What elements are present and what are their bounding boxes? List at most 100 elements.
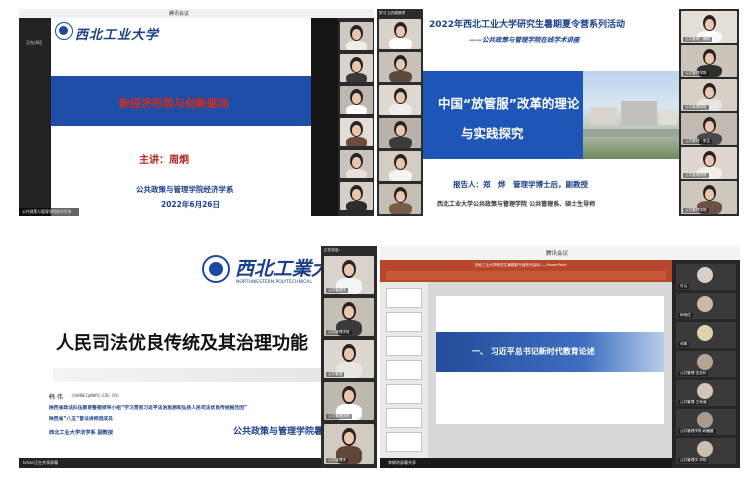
video-tile[interactable]	[340, 22, 373, 50]
participant-name: 公共管理学院-韩媛媛	[678, 429, 716, 434]
participant-name: 公共管理学院	[683, 208, 709, 213]
participant-name: 公共管理·张亚玲	[678, 371, 709, 376]
university-logo-text: 西北工業大	[235, 258, 331, 280]
footer-department: 公共政策与管理学院暑	[233, 427, 324, 437]
participant-item[interactable]: 公共管理·张亚玲	[676, 351, 736, 377]
participant-name: 公共管理学院	[683, 173, 709, 178]
video-tile[interactable]	[379, 151, 421, 181]
ppt-ribbon: 西北工业大学研究生暑期夏令营系列活动——PowerPoint	[380, 260, 672, 282]
avatar	[697, 383, 713, 399]
video-tile[interactable]: 公共管理	[324, 340, 374, 378]
right-gutter	[311, 18, 338, 216]
video-tile[interactable]: 公共管理学院	[681, 79, 737, 111]
video-tile[interactable]	[340, 118, 373, 146]
video-tile[interactable]: 公共管理学	[324, 256, 374, 294]
slide-thumbnail[interactable]	[386, 312, 422, 332]
credential-line-1: 陕西省政法队伍教育整顿领导小组“学习贯彻习近平法治思想和弘扬人民司法优良传统报告…	[49, 406, 248, 411]
video-tile[interactable]	[379, 184, 421, 214]
credential-line-3: 西北工业大学法学系 副教授	[49, 430, 114, 436]
university-logo-text: 西北工业大学	[75, 28, 160, 43]
speaker-line: 报告人：郑 烨 管理学博士后，副教授	[453, 180, 588, 189]
logo-emblem-icon	[59, 26, 68, 35]
slide-thumbnail[interactable]	[386, 360, 422, 380]
window-title: 腾讯会议	[546, 251, 569, 257]
ribbon-tools[interactable]	[386, 271, 666, 280]
video-tile[interactable]: 公共管理 · 学生	[681, 113, 737, 145]
slide-thumbnail[interactable]	[386, 408, 422, 428]
slide-thumbnail[interactable]	[386, 336, 422, 356]
window-title-bar: 腾讯会议	[380, 246, 740, 260]
avatar	[697, 325, 713, 341]
author-name: 韩 伟	[49, 394, 63, 401]
video-tile[interactable]	[379, 85, 421, 115]
event-subtitle: ——公共政策与管理学院在线学术讲座	[469, 36, 580, 44]
shared-slide: 西北工業大 NORTHWESTERN POLYTECHNICAL 人民司法优良传…	[19, 246, 330, 460]
participant-item[interactable]: 公共管理学院-韩媛媛	[676, 409, 736, 435]
participant-item[interactable]: 可以	[676, 264, 736, 290]
participant-name: 公共管理学院	[683, 105, 709, 110]
avatar	[697, 296, 713, 312]
event-title: 2022年西北工业大学研究生暑期夏令营系列活动	[429, 20, 626, 30]
participant-name: 可以	[678, 284, 690, 289]
logo-emblem-icon	[209, 262, 223, 276]
participant-name: 公共管理	[326, 372, 345, 377]
participant-name: 公共管理学-学院	[678, 458, 709, 463]
video-tile[interactable]	[340, 182, 373, 210]
participant-name: 公共管理-王雨涵	[678, 400, 709, 405]
talk-title-line-2: 与实践探究	[461, 126, 524, 141]
campus-photo	[583, 71, 679, 159]
powerpoint-window: 西北工业大学研究生暑期夏令营系列活动——PowerPoint 一、 习近平总书记…	[380, 260, 672, 458]
ppt-title: 西北工业大学研究生暑期夏令营系列活动——PowerPoint	[475, 263, 567, 267]
video-tile[interactable]	[340, 54, 373, 82]
thumbnail-pane[interactable]	[380, 282, 428, 458]
video-tile[interactable]: 公共管理学院	[681, 45, 737, 77]
participant-strip: 正在讲话： 公共管理学 公共管理学院 公共管理 公共管理学院 公共管理学	[321, 246, 377, 468]
lecturer-name: 主讲：周炯	[139, 155, 189, 166]
video-tile[interactable]: 公共管理学院	[681, 147, 737, 179]
participant-name: 司琴	[678, 342, 690, 347]
video-tile[interactable]: 公共管理学院	[324, 382, 374, 420]
participant-item[interactable]: 公共管理学-学院	[676, 438, 736, 464]
participant-strip-left: 学习 公共政策学	[377, 9, 423, 216]
screen-share-label: 李辉的屏幕共享	[388, 460, 416, 465]
avatar	[697, 267, 713, 283]
participant-item[interactable]: 公共管理-王雨涵	[676, 380, 736, 406]
slide-thumbnail[interactable]	[386, 432, 422, 452]
university-logo	[202, 255, 230, 283]
video-tile[interactable]	[379, 19, 421, 49]
video-tile[interactable]: 公共管理 · 博硕	[681, 11, 737, 43]
credential-line-2: 陕西省“八五”普法讲师团成员	[49, 417, 113, 422]
affiliation-line: 西北工业大学公共政策与管理学院 公共管理系、硕士生导师	[437, 201, 596, 208]
video-tile[interactable]	[379, 118, 421, 148]
video-tile[interactable]: 公共管理学	[324, 424, 374, 464]
title-band: 新经济形势与创新驱动	[51, 76, 311, 126]
meeting-panel-4: 腾讯会议 西北工业大学研究生暑期夏令营系列活动——PowerPoint 一、 习…	[380, 246, 740, 468]
participant-name: 公共管理学院	[326, 330, 352, 335]
meeting-panel-3: 西北工業大 NORTHWESTERN POLYTECHNICAL 人民司法优良传…	[19, 246, 377, 468]
slide-canvas: 一、 习近平总书记新时代教育论述	[428, 282, 672, 458]
bottom-status-bar: Ivhan正在共享屏幕	[19, 458, 321, 468]
participant-name: 公共管理学院	[326, 414, 352, 419]
lecture-date: 2022年6月26日	[161, 200, 221, 209]
bottom-name-bar: 公共政策与管理学院经济学系	[19, 208, 79, 216]
university-logo	[55, 22, 73, 40]
meeting-panel-1: 腾讯会议 正在讲话 西北工业大学 新经济形势与创新驱动 主讲：周炯 公共政策与管…	[19, 9, 374, 216]
taskbar: 李辉的屏幕共享	[380, 458, 672, 468]
participant-name: 公共管理学	[326, 458, 348, 463]
video-tile[interactable]: 公共管理学院	[681, 181, 737, 214]
participant-name: 公共管理学院	[683, 71, 709, 76]
slide-title: 新经济形势与创新驱动	[119, 97, 229, 110]
avatar	[697, 441, 713, 457]
participant-strip	[338, 18, 374, 216]
video-tile[interactable]: 公共管理学院	[324, 298, 374, 336]
talk-title-line-1: 中国“放管服”改革的理论	[438, 96, 580, 111]
section-title: 一、 习近平总书记新时代教育论述	[472, 347, 595, 356]
video-tile[interactable]	[379, 52, 421, 82]
video-tile[interactable]	[340, 86, 373, 114]
window-title-bar: 腾讯会议	[19, 9, 374, 18]
video-tile[interactable]	[340, 150, 373, 178]
participant-item[interactable]: 和倪佳	[676, 293, 736, 319]
participant-item[interactable]: 司琴	[676, 322, 736, 348]
slide-thumbnail[interactable]	[386, 384, 422, 404]
slide-thumbnail[interactable]	[386, 288, 422, 308]
